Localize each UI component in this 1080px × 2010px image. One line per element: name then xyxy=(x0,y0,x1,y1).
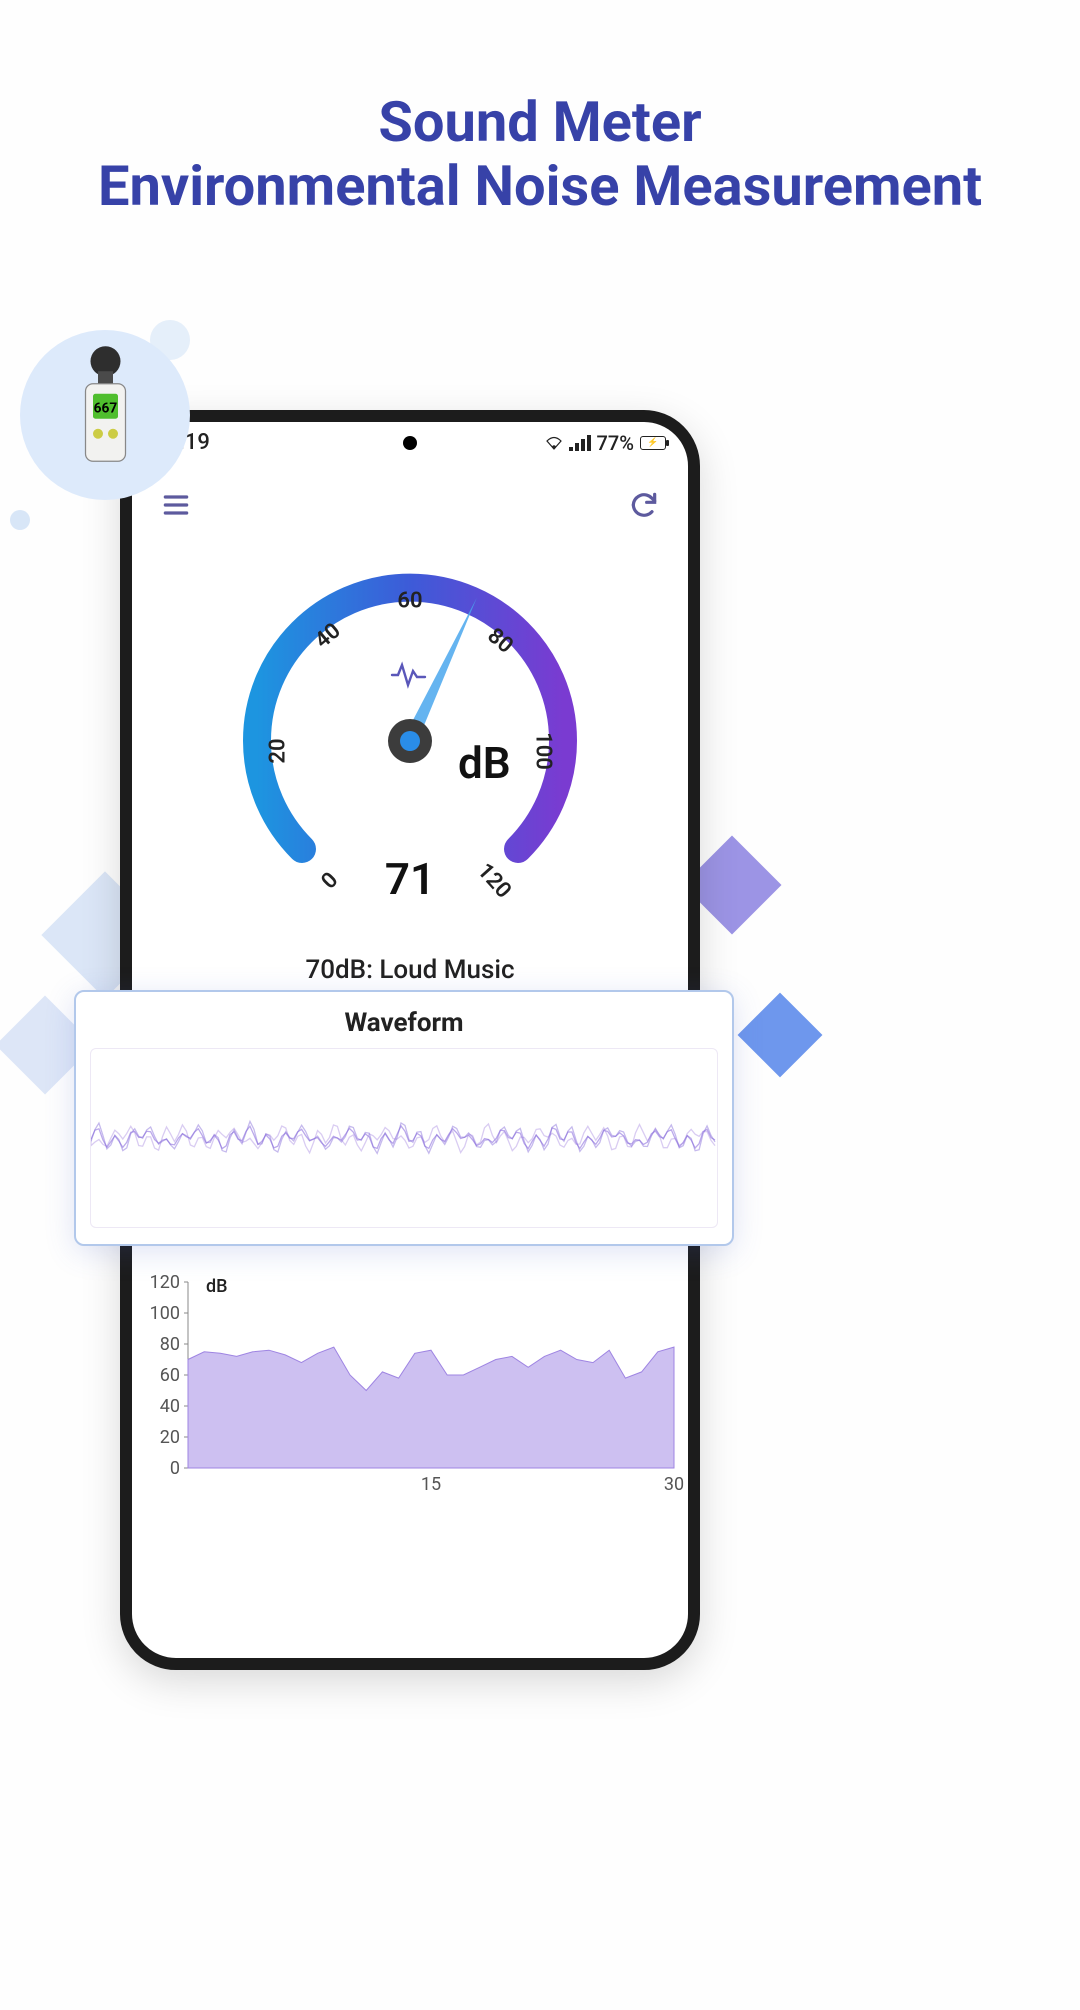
gauge-reading-value: 71 xyxy=(385,853,435,905)
background-decoration xyxy=(738,993,823,1078)
signal-icon xyxy=(569,435,591,451)
svg-text:15: 15 xyxy=(421,1474,441,1495)
svg-text:60: 60 xyxy=(160,1365,180,1386)
promo-line1: Sound Meter xyxy=(0,90,1080,154)
waveform-title: Waveform xyxy=(90,1008,718,1038)
history-chart: 0204060801001201530dBsec xyxy=(132,1270,688,1500)
svg-text:80: 80 xyxy=(160,1334,180,1355)
battery-icon: ⚡ xyxy=(640,436,666,450)
svg-text:dB: dB xyxy=(206,1276,228,1297)
noise-description: 70dB: Loud Music xyxy=(132,955,688,985)
promo-line2: Environmental Noise Measurement xyxy=(0,154,1080,218)
decibel-gauge: 0 20 40 60 80 100 120 dB 71 xyxy=(132,531,688,951)
waveform-card: Waveform xyxy=(74,990,734,1246)
sound-meter-device-icon: 667 xyxy=(20,330,190,500)
svg-text:0: 0 xyxy=(170,1458,180,1479)
svg-text:667: 667 xyxy=(93,401,117,417)
background-decoration xyxy=(10,510,30,530)
gauge-tick-60: 60 xyxy=(397,589,422,614)
battery-percentage: 77% xyxy=(597,431,634,455)
svg-text:30: 30 xyxy=(664,1474,684,1495)
wifi-icon xyxy=(545,431,563,455)
promo-title: Sound Meter Environmental Noise Measurem… xyxy=(0,90,1080,219)
svg-text:120: 120 xyxy=(150,1272,180,1293)
gauge-db-unit: dB xyxy=(458,737,511,789)
gauge-tick-20: 20 xyxy=(266,738,291,763)
gauge-hub xyxy=(388,719,432,763)
svg-text:20: 20 xyxy=(160,1427,180,1448)
svg-text:40: 40 xyxy=(160,1396,180,1417)
svg-text:100: 100 xyxy=(150,1303,180,1324)
waveform-canvas xyxy=(90,1048,718,1228)
menu-icon[interactable] xyxy=(160,489,192,521)
gauge-tick-100: 100 xyxy=(531,732,556,770)
camera-hole xyxy=(403,436,417,450)
refresh-icon[interactable] xyxy=(628,489,660,521)
